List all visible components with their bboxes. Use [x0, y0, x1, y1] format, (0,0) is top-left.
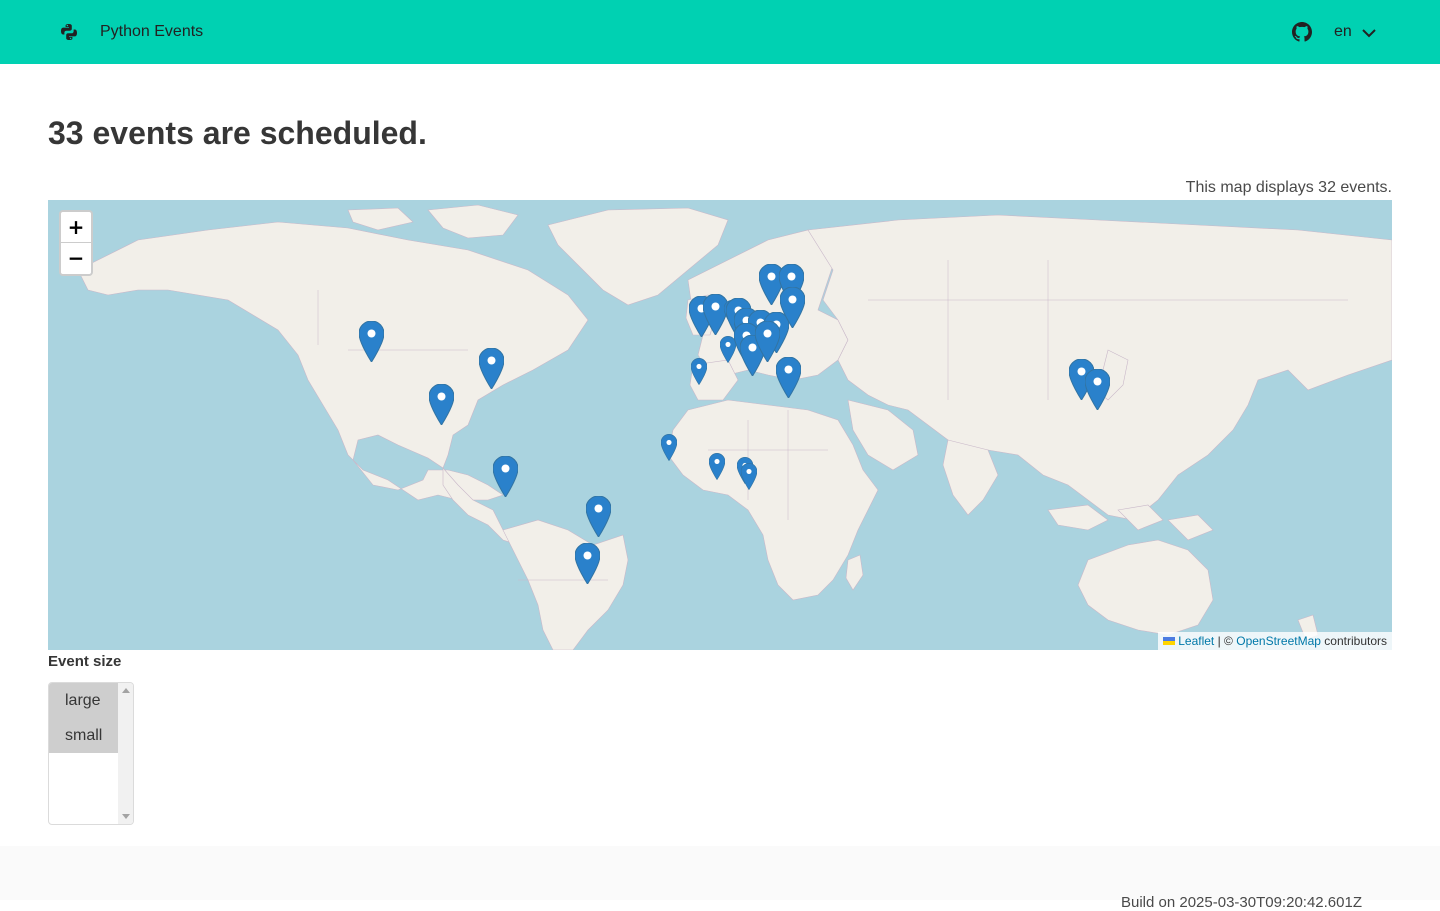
chevron-down-icon[interactable] [1361, 25, 1377, 41]
select-scrollbar[interactable] [118, 683, 133, 824]
map-pin-icon[interactable] [575, 543, 600, 584]
leaflet-link[interactable]: Leaflet [1178, 634, 1214, 648]
language-selector[interactable]: en [1334, 22, 1352, 42]
event-size-label: Event size [48, 653, 122, 670]
map-pin-icon[interactable] [709, 453, 725, 480]
event-size-select[interactable]: large small [48, 682, 134, 825]
map-pin-icon[interactable] [429, 384, 454, 425]
zoom-control: + − [59, 210, 93, 276]
github-icon[interactable] [1292, 22, 1312, 42]
brand-name[interactable]: Python Events [100, 22, 203, 42]
map-pin-icon[interactable] [755, 321, 780, 362]
scroll-down-arrow[interactable] [122, 814, 130, 819]
openstreetmap-link[interactable]: OpenStreetMap [1236, 634, 1321, 648]
zoom-out-button[interactable]: − [61, 243, 91, 273]
map-pin-icon[interactable] [691, 358, 707, 385]
footer: Build on 2025-03-30T09:20:42.601Z [0, 846, 1440, 911]
attribution-separator: | © [1217, 634, 1233, 648]
map-pin-icon[interactable] [493, 456, 518, 497]
navbar: Python Events en [0, 0, 1440, 64]
python-icon[interactable] [60, 23, 78, 41]
map-pin-icon[interactable] [780, 287, 805, 328]
map-pin-icon[interactable] [776, 357, 801, 398]
map-pin-icon[interactable] [586, 496, 611, 537]
attribution-suffix: contributors [1324, 634, 1387, 648]
scroll-up-arrow[interactable] [122, 688, 130, 693]
map-pin-icon[interactable] [359, 321, 384, 362]
page-title: 33 events are scheduled. [48, 115, 427, 151]
ukraine-flag-icon [1163, 637, 1176, 645]
map-pin-icon[interactable] [479, 348, 504, 389]
map-attribution: Leaflet | © OpenStreetMap contributors [1158, 632, 1392, 650]
option-large[interactable]: large [49, 683, 118, 718]
map-pin-icon[interactable] [661, 434, 677, 461]
events-map[interactable]: + − Leaflet | © OpenStreetMap contributo… [48, 200, 1392, 650]
option-small[interactable]: small [49, 718, 118, 753]
build-info: Build on 2025-03-30T09:20:42.601Z [1120, 894, 1362, 911]
map-caption: This map displays 32 events. [1185, 179, 1392, 196]
map-pin-icon[interactable] [1085, 369, 1110, 410]
zoom-in-button[interactable]: + [61, 212, 91, 243]
map-pin-icon[interactable] [741, 463, 757, 490]
world-map-tiles [48, 200, 1392, 650]
